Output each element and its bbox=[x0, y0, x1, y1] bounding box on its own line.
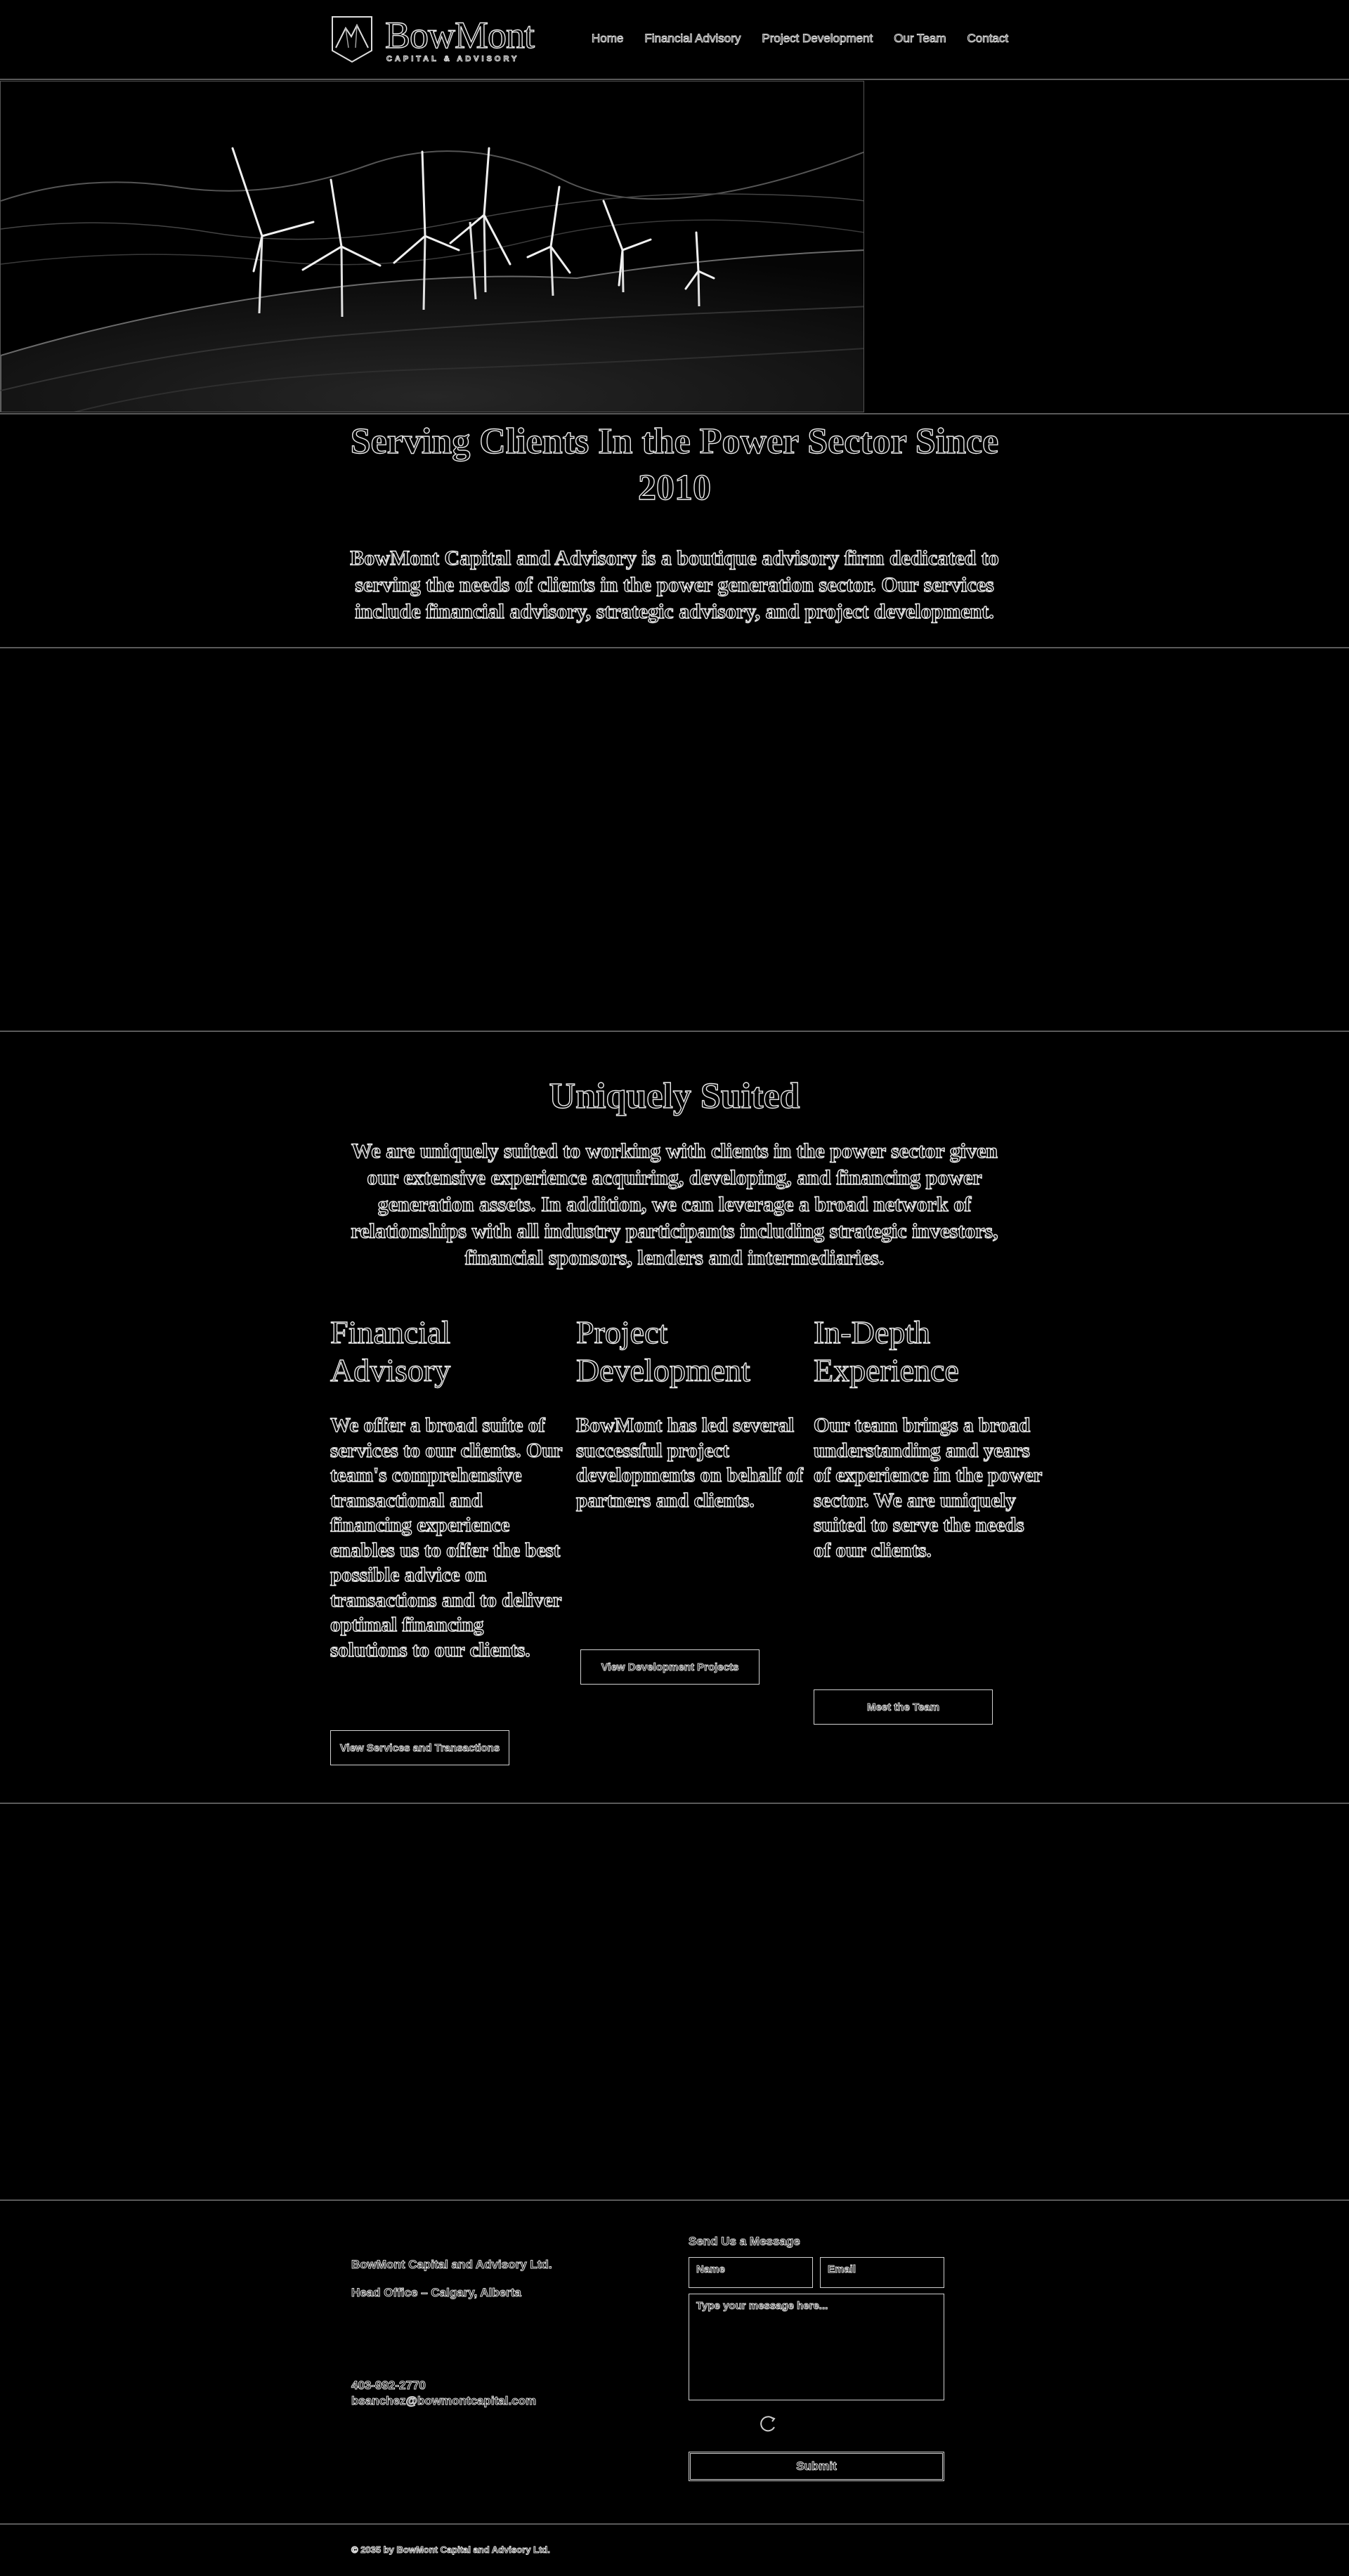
name-placeholder: Name bbox=[696, 2263, 726, 2276]
nav-item-project-development[interactable]: Project Development bbox=[762, 28, 873, 49]
uniquely-suited-text: We are uniquely suited to working with c… bbox=[351, 1139, 999, 1269]
footer-phone[interactable]: 403-992-2770 bbox=[351, 2378, 426, 2393]
recaptcha-icon[interactable] bbox=[759, 2414, 778, 2434]
service-column-experience: In-Depth Experience Our team brings a br… bbox=[813, 1314, 1045, 1563]
email-field[interactable]: Email bbox=[820, 2257, 944, 2288]
wind-turbines-illustration bbox=[1, 81, 864, 412]
message-field[interactable]: Type your message here... bbox=[689, 2294, 944, 2400]
nav-item-contact[interactable]: Contact bbox=[967, 28, 1009, 49]
hero-image bbox=[0, 81, 864, 412]
column-text: BowMont has led several successful proje… bbox=[575, 1413, 804, 1512]
footer-office: Head Office – Calgary, Alberta bbox=[351, 2286, 522, 2300]
intro-text: BowMont Capital and Advisory is a boutiq… bbox=[350, 546, 1000, 623]
copyright-divider bbox=[0, 2523, 1349, 2525]
brand-tagline: CAPITAL & ADVISORY bbox=[386, 55, 520, 64]
column-title: Project Development bbox=[575, 1314, 750, 1388]
main-nav: Home Financial Advisory Project Developm… bbox=[591, 28, 1029, 49]
section-divider-3 bbox=[0, 1803, 1349, 1804]
contact-form-title: Send Us a Message bbox=[689, 2235, 801, 2249]
service-column-financial: Financial Advisory We offer a broad suit… bbox=[330, 1314, 562, 1663]
column-text: We offer a broad suite of services to ou… bbox=[330, 1413, 562, 1661]
column-title: Financial Advisory bbox=[330, 1314, 451, 1388]
message-placeholder: Type your message here... bbox=[696, 2300, 828, 2313]
section-divider-1 bbox=[0, 647, 1349, 648]
nav-item-home[interactable]: Home bbox=[591, 28, 623, 49]
view-services-button[interactable]: View Services and Transactions bbox=[330, 1730, 509, 1765]
nav-item-our-team[interactable]: Our Team bbox=[894, 28, 946, 49]
header-divider bbox=[0, 79, 1349, 80]
hero-divider bbox=[0, 413, 1349, 414]
service-column-development: Project Development BowMont has led seve… bbox=[575, 1314, 808, 1513]
email-placeholder: Email bbox=[827, 2263, 856, 2276]
brand-logo[interactable]: BowMont CAPITAL & ADVISORY bbox=[330, 14, 535, 65]
footer-email[interactable]: bsanchez@bowmontcapital.com bbox=[351, 2393, 536, 2409]
nav-item-financial-advisory[interactable]: Financial Advisory bbox=[644, 28, 741, 49]
column-text: Our team brings a broad understanding an… bbox=[813, 1413, 1042, 1562]
view-development-projects-button[interactable]: View Development Projects bbox=[580, 1649, 760, 1685]
submit-button[interactable]: Submit bbox=[689, 2452, 944, 2481]
intro-title: Serving Clients In the Power Sector Sinc… bbox=[350, 421, 999, 508]
copyright-text: © 2035 by BowMont Capital and Advisory L… bbox=[351, 2544, 551, 2556]
uniquely-suited-title: Uniquely Suited bbox=[549, 1075, 800, 1116]
section-divider-2 bbox=[0, 1031, 1349, 1032]
footer-divider bbox=[0, 2199, 1349, 2201]
column-title: In-Depth Experience bbox=[813, 1314, 959, 1388]
meet-the-team-button[interactable]: Meet the Team bbox=[814, 1689, 993, 1725]
brand-name: BowMont bbox=[384, 14, 535, 56]
name-field[interactable]: Name bbox=[689, 2257, 813, 2288]
footer-company: BowMont Capital and Advisory Ltd. bbox=[351, 2258, 553, 2272]
mountain-shield-icon bbox=[332, 16, 372, 63]
